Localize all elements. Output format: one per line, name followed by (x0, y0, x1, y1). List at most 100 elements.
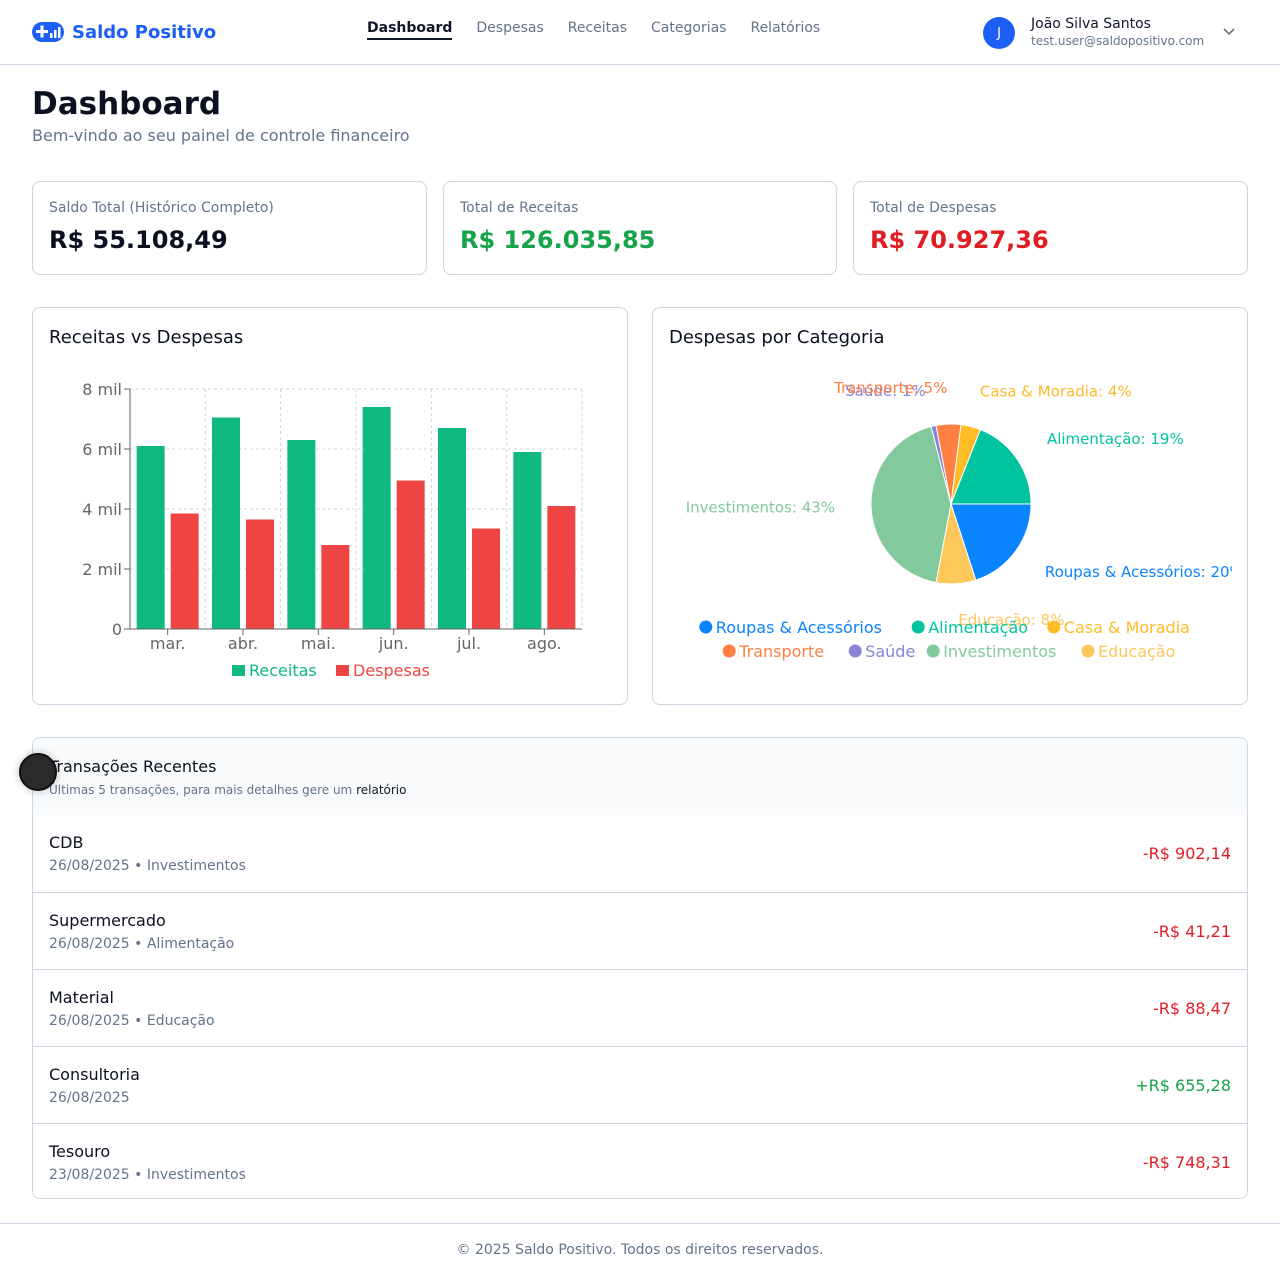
nav-categorias[interactable]: Categorias (651, 20, 726, 40)
recent-transactions-card: Transações Recentes Últimas 5 transações… (32, 737, 1248, 1199)
transaction-name: Tesouro (49, 1142, 111, 1161)
user-email: test.user@saldopositivo.com (1031, 34, 1205, 48)
x-tick-label: jun. (378, 634, 409, 653)
pie-slice-label: Roupas & Acessórios: 20% (1045, 563, 1244, 581)
legend-label[interactable]: Alimentação (928, 618, 1028, 637)
nav-receitas[interactable]: Receitas (568, 20, 627, 40)
transaction-name: Supermercado (49, 911, 166, 930)
transaction-row[interactable]: Consultoria 26/08/2025 +R$ 655,28 (33, 1046, 1247, 1123)
transaction-row[interactable]: Tesouro 23/08/2025 • Investimentos -R$ 7… (33, 1123, 1247, 1198)
transaction-amount: -R$ 902,14 (1142, 844, 1231, 863)
bar-chart: 0 2 mil 4 mil 6 mil 8 mil mar. abr. mai. jun. jul… (82, 380, 583, 680)
stat-value: R$ 126.035,85 (460, 226, 656, 254)
transaction-meta: 23/08/2025 • Investimentos (49, 1167, 246, 1183)
x-tick-label: jul. (456, 634, 481, 653)
transaction-amount: -R$ 88,47 (1153, 999, 1231, 1018)
transactions-header: Transações Recentes Últimas 5 transações… (33, 738, 1247, 815)
legend-label[interactable]: Despesas (353, 661, 430, 680)
brand-link[interactable]: Saldo Positivo (32, 20, 216, 44)
transaction-name: Material (49, 988, 114, 1007)
transaction-name: CDB (49, 833, 84, 852)
footer: © 2025 Saldo Positivo. Todos os direitos… (0, 1223, 1280, 1276)
legend-dot (1081, 644, 1095, 658)
bar-receitas[interactable] (212, 417, 240, 630)
pie-slice-label: Casa & Moradia: 4% (980, 383, 1132, 401)
stat-card-saldo: Saldo Total (Histórico Completo) R$ 55.1… (32, 181, 427, 275)
y-tick-label: 0 (112, 620, 122, 639)
stat-label: Total de Despesas (870, 200, 997, 216)
pie-chart-card: Despesas por Categoria Roupas & Acessóri… (652, 307, 1248, 705)
top-navbar: Saldo Positivo Dashboard Despesas Receit… (0, 0, 1280, 65)
bar-chart-card: Receitas vs Despesas 02 mil 4 mil 6 mil 8 m… (32, 307, 628, 705)
page-subtitle: Bem-vindo ao seu painel de controle fina… (32, 126, 410, 145)
transaction-name: Consultoria (49, 1065, 140, 1084)
transaction-amount: -R$ 748,31 (1142, 1153, 1231, 1172)
x-tick-label: ago. (527, 634, 562, 653)
footer-text: © 2025 Saldo Positivo. Todos os direitos… (456, 1242, 824, 1258)
stat-card-receitas: Total de Receitas R$ 126.035,85 (443, 181, 837, 275)
bar-despesas[interactable] (170, 513, 199, 630)
pie-slice-label: Transporte: 5% (833, 379, 947, 397)
user-name: João Silva Santos (1031, 16, 1151, 32)
transaction-row[interactable]: Material 26/08/2025 • Educação -R$ 88,47 (33, 969, 1247, 1046)
chevron-down-icon[interactable] (1222, 26, 1236, 38)
x-tick-label: abr. (228, 634, 258, 653)
transaction-meta: 26/08/2025 • Investimentos (49, 858, 246, 874)
pointer-cursor (19, 753, 57, 791)
nav-despesas[interactable]: Despesas (476, 20, 543, 40)
transaction-meta: 26/08/2025 (49, 1090, 130, 1106)
wallet-logo-icon (32, 22, 64, 42)
page-title: Dashboard (32, 86, 222, 122)
legend-label[interactable]: Investimentos (943, 642, 1056, 661)
legend-label[interactable]: Casa & Moradia (1064, 618, 1190, 637)
user-menu[interactable]: J João Silva Santos test.user@saldoposit… (983, 16, 1204, 50)
nav-relatorios[interactable]: Relatórios (750, 20, 820, 40)
stat-value: R$ 70.927,36 (870, 226, 1049, 254)
transactions-subtitle: Últimas 5 transações, para mais detalhes… (49, 783, 406, 797)
legend-swatch (336, 665, 349, 676)
stat-value: R$ 55.108,49 (49, 226, 228, 254)
legend-dot (699, 620, 713, 634)
y-tick-label: 4 mil (82, 500, 122, 519)
transaction-row[interactable]: CDB 26/08/2025 • Investimentos -R$ 902,1… (33, 815, 1247, 892)
avatar: J (983, 17, 1015, 49)
bar-receitas[interactable] (438, 428, 466, 629)
bar-despesas[interactable] (472, 528, 500, 630)
transaction-amount: -R$ 41,21 (1153, 922, 1231, 941)
bar-receitas[interactable] (362, 407, 391, 629)
legend-dot (848, 644, 862, 658)
legend-swatch (232, 665, 245, 676)
legend-dot (926, 644, 940, 658)
legend-label[interactable]: Receitas (249, 661, 317, 680)
bar-despesas[interactable] (396, 480, 425, 630)
legend-label[interactable]: Saúde (865, 642, 915, 661)
legend-dot (1047, 620, 1061, 634)
legend-label[interactable]: Transporte (738, 642, 824, 661)
nav-dashboard[interactable]: Dashboard (367, 20, 453, 40)
legend-dot (722, 644, 736, 658)
pie-slice-label: Alimentação: 19% (1047, 430, 1184, 448)
report-link[interactable]: relatório (356, 783, 406, 797)
transaction-meta: 26/08/2025 • Alimentação (49, 936, 235, 952)
bar-receitas[interactable] (513, 452, 542, 629)
bar-despesas[interactable] (321, 545, 350, 629)
bar-despesas[interactable] (246, 519, 274, 630)
y-tick-label: 2 mil (82, 560, 122, 579)
y-tick-label: 6 mil (82, 440, 122, 459)
brand-name: Saldo Positivo (72, 21, 217, 43)
transactions-title: Transações Recentes (49, 757, 217, 776)
transaction-meta: 26/08/2025 • Educação (49, 1013, 215, 1029)
pie-slice-label: Investimentos: 43% (686, 499, 835, 517)
transaction-row[interactable]: Supermercado 26/08/2025 • Alimentação -R… (33, 892, 1247, 969)
y-tick-label: 8 mil (82, 380, 122, 399)
main-nav: Dashboard Despesas Receitas Categorias R… (367, 20, 820, 40)
stat-label: Saldo Total (Histórico Completo) (49, 200, 274, 216)
stat-card-despesas: Total de Despesas R$ 70.927,36 (853, 181, 1248, 275)
transactions-list: CDB 26/08/2025 • Investimentos -R$ 902,1… (33, 815, 1247, 1198)
bar-despesas[interactable] (547, 506, 576, 629)
x-tick-label: mar. (150, 634, 186, 653)
legend-label[interactable]: Educação (1098, 642, 1175, 661)
legend-label[interactable]: Roupas & Acessórios (716, 618, 882, 637)
bar-receitas[interactable] (287, 440, 316, 629)
bar-receitas[interactable] (136, 446, 165, 629)
